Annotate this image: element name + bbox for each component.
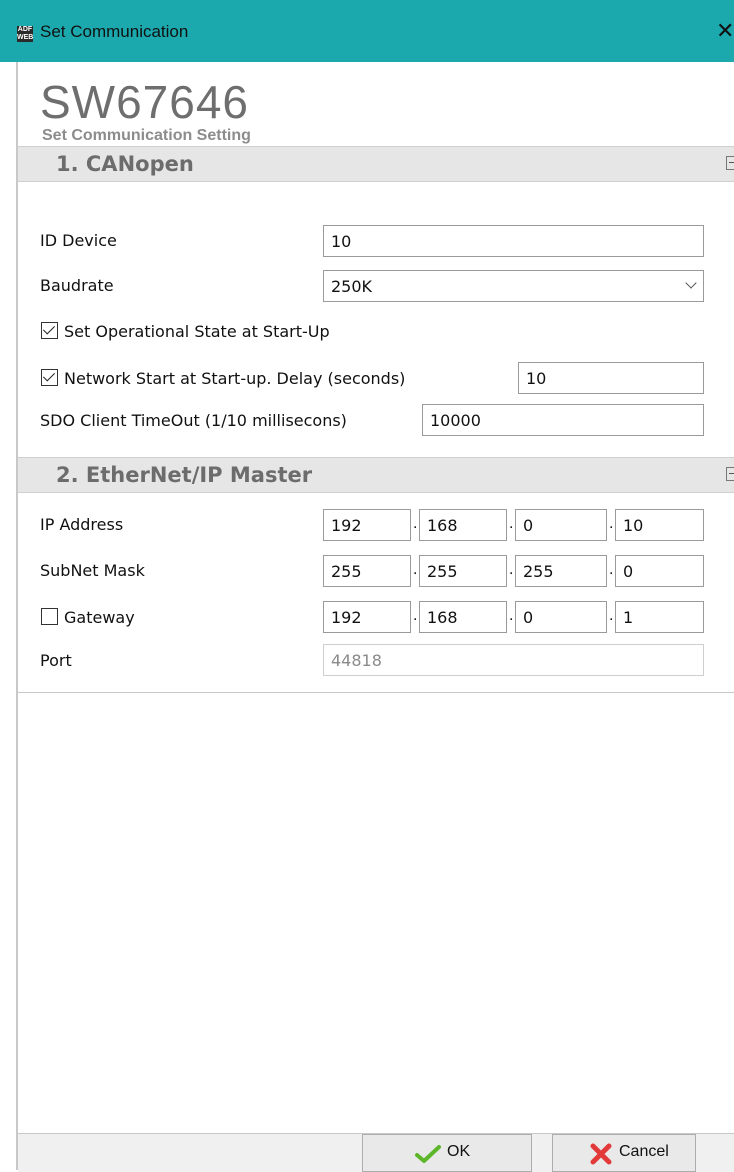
frame-left-border [16, 62, 18, 1170]
sdo-timeout-field[interactable]: 10000 [422, 404, 704, 436]
operational-state-label: Set Operational State at Start-Up [64, 322, 330, 341]
gateway-checkbox[interactable] [41, 608, 58, 625]
gateway-octet-2[interactable]: 168 [419, 601, 507, 633]
section-header-canopen[interactable]: 1. CANopen [18, 146, 734, 182]
cancel-button[interactable]: Cancel [552, 1134, 696, 1172]
subnet-octet-1[interactable]: 255 [323, 555, 411, 587]
ip-dot: . [413, 515, 418, 532]
subnet-octet-3[interactable]: 255 [515, 555, 607, 587]
title-bar: ADF WEB Set Communication ✕ [0, 0, 734, 62]
baudrate-select[interactable]: 250K [323, 270, 704, 302]
network-start-checkbox[interactable] [41, 369, 58, 386]
subnet-octet-4[interactable]: 0 [615, 555, 704, 587]
id-device-label: ID Device [40, 231, 117, 250]
gateway-dot: . [413, 607, 418, 624]
subnet-dot: . [509, 561, 514, 578]
baudrate-value: 250K [331, 277, 373, 296]
section-title-canopen: 1. CANopen [56, 152, 194, 176]
port-field: 44818 [323, 644, 704, 676]
baudrate-label: Baudrate [40, 276, 114, 295]
subnet-dot: . [413, 561, 418, 578]
product-code: SW67646 [40, 76, 250, 128]
ip-octet-1[interactable]: 192 [323, 509, 411, 541]
id-device-field[interactable]: 10 [323, 225, 704, 257]
cancel-label: Cancel [619, 1143, 669, 1160]
header-subtitle: Set Communication Setting [42, 127, 251, 144]
ip-octet-4[interactable]: 10 [615, 509, 704, 541]
gateway-octet-3[interactable]: 0 [515, 601, 607, 633]
x-icon [590, 1143, 612, 1165]
subnet-octet-2[interactable]: 255 [419, 555, 507, 587]
check-icon [415, 1145, 441, 1163]
operational-state-checkbox[interactable] [41, 322, 58, 339]
close-icon[interactable]: ✕ [716, 18, 734, 44]
app-icon: ADF WEB [17, 26, 34, 42]
gateway-octet-1[interactable]: 192 [323, 601, 411, 633]
gateway-dot: . [609, 607, 614, 624]
ok-label: OK [447, 1143, 471, 1160]
ip-octet-3[interactable]: 0 [515, 509, 607, 541]
ok-button[interactable]: OK [362, 1134, 532, 1172]
section-header-ethernet[interactable]: 2. EtherNet/IP Master [18, 457, 734, 493]
port-label: Port [40, 651, 72, 670]
gateway-label: Gateway [64, 608, 135, 627]
network-start-label: Network Start at Start-up. Delay (second… [64, 369, 406, 388]
network-start-delay-field[interactable]: 10 [518, 362, 704, 394]
gateway-octet-4[interactable]: 1 [615, 601, 704, 633]
sdo-timeout-label: SDO Client TimeOut (1/10 millisecons) [40, 411, 347, 430]
ip-address-label: IP Address [40, 515, 124, 534]
ip-dot: . [609, 515, 614, 532]
collapse-icon[interactable] [726, 467, 734, 481]
gateway-dot: . [509, 607, 514, 624]
chevron-down-icon [685, 277, 697, 289]
subnet-dot: . [609, 561, 614, 578]
ip-dot: . [509, 515, 514, 532]
window-title: Set Communication [40, 22, 189, 41]
section-divider [18, 692, 734, 693]
subnet-mask-label: SubNet Mask [40, 561, 145, 580]
collapse-icon[interactable] [726, 156, 734, 170]
ip-octet-2[interactable]: 168 [419, 509, 507, 541]
section-title-ethernet: 2. EtherNet/IP Master [56, 463, 313, 487]
